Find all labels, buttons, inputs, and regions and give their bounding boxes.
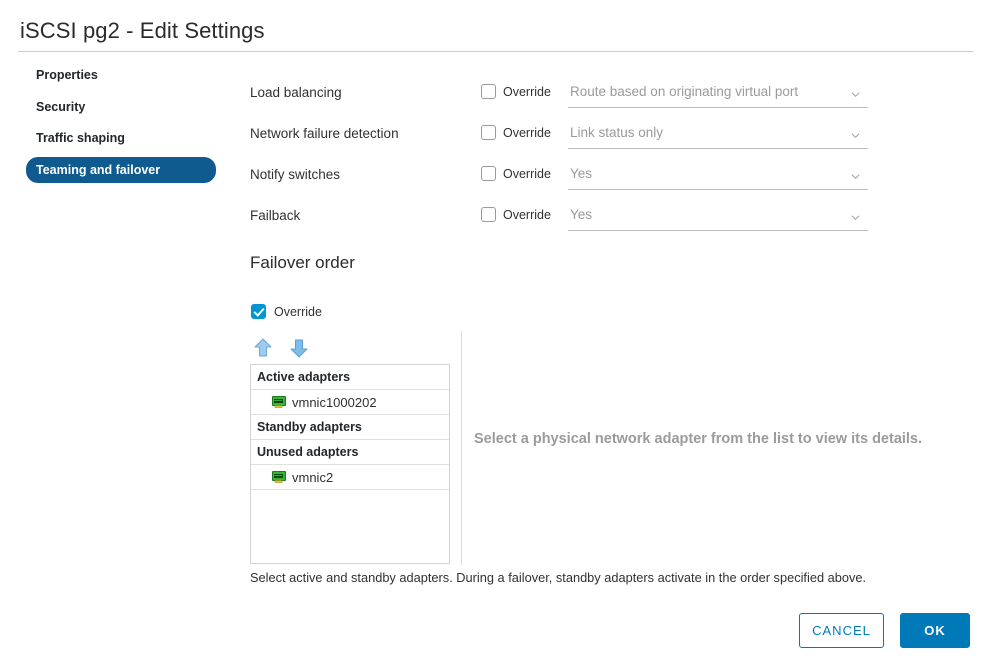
list-item-label: vmnic1000202 xyxy=(292,394,377,410)
adapter-group-unused: Unused adapters xyxy=(251,440,449,465)
failback-override-group: Override xyxy=(481,207,551,222)
network-failure-detection-select[interactable]: Link status only xyxy=(568,123,868,149)
failback-override-checkbox[interactable] xyxy=(481,207,496,222)
dialog-footer: CANCEL OK xyxy=(799,613,970,648)
adapter-group-active: Active adapters xyxy=(251,365,449,390)
failover-order-override-label: Override xyxy=(274,304,322,319)
network-failure-detection-label: Network failure detection xyxy=(250,126,399,141)
settings-nav-sidebar: Properties Security Traffic shaping Team… xyxy=(26,62,218,188)
list-item[interactable]: vmnic1000202 xyxy=(251,390,449,415)
notify-switches-override-label: Override xyxy=(503,166,551,181)
failover-hint-text: Select active and standby adapters. Duri… xyxy=(250,570,867,585)
form-row-failback: Failback Override Yes xyxy=(250,205,870,246)
chevron-down-icon xyxy=(851,172,860,181)
failback-override-label: Override xyxy=(503,207,551,222)
load-balancing-override-group: Override xyxy=(481,84,551,99)
failover-order-override-checkbox[interactable] xyxy=(251,304,266,319)
load-balancing-select-value: Route based on originating virtual port xyxy=(570,84,799,99)
panel-divider xyxy=(461,331,462,565)
load-balancing-override-checkbox[interactable] xyxy=(481,84,496,99)
list-item[interactable]: vmnic2 xyxy=(251,465,449,490)
form-row-network-failure-detection: Network failure detection Override Link … xyxy=(250,123,870,164)
failback-label: Failback xyxy=(250,208,301,223)
notify-switches-select-value: Yes xyxy=(570,166,593,181)
adapter-group-standby: Standby adapters xyxy=(251,415,449,440)
form-row-load-balancing: Load balancing Override Route based on o… xyxy=(250,82,870,123)
network-failure-detection-override-group: Override xyxy=(481,125,551,140)
chevron-down-icon xyxy=(851,90,860,99)
network-failure-detection-override-checkbox[interactable] xyxy=(481,125,496,140)
network-adapter-icon xyxy=(272,396,286,408)
failback-select-value: Yes xyxy=(570,207,593,222)
notify-switches-override-checkbox[interactable] xyxy=(481,166,496,181)
title-divider xyxy=(18,51,973,52)
notify-switches-override-group: Override xyxy=(481,166,551,181)
failover-order-override-group: Override xyxy=(251,304,322,319)
failover-order-adapter-list[interactable]: Active adapters vmnic1000202 Standby ada… xyxy=(250,364,450,564)
notify-switches-select[interactable]: Yes xyxy=(568,164,868,190)
load-balancing-label: Load balancing xyxy=(250,85,342,100)
network-failure-detection-override-label: Override xyxy=(503,125,551,140)
form-row-notify-switches: Notify switches Override Yes xyxy=(250,164,870,205)
failover-order-toolbar xyxy=(252,337,310,359)
sidebar-item-traffic-shaping[interactable]: Traffic shaping xyxy=(26,125,218,151)
cancel-button[interactable]: CANCEL xyxy=(799,613,884,648)
chevron-down-icon xyxy=(851,131,860,140)
move-up-arrow-icon[interactable] xyxy=(252,337,274,359)
teaming-policy-form: Load balancing Override Route based on o… xyxy=(250,82,870,246)
adapter-details-placeholder: Select a physical network adapter from t… xyxy=(474,431,923,447)
failover-order-heading: Failover order xyxy=(250,253,355,272)
sidebar-item-properties[interactable]: Properties xyxy=(26,62,218,88)
failback-select[interactable]: Yes xyxy=(568,205,868,231)
load-balancing-override-label: Override xyxy=(503,84,551,99)
network-failure-detection-select-value: Link status only xyxy=(570,125,664,140)
notify-switches-label: Notify switches xyxy=(250,167,341,182)
page-title: iSCSI pg2 - Edit Settings xyxy=(20,18,265,43)
list-item-label: vmnic2 xyxy=(292,469,334,485)
chevron-down-icon xyxy=(851,213,860,222)
load-balancing-select[interactable]: Route based on originating virtual port xyxy=(568,82,868,108)
sidebar-item-security[interactable]: Security xyxy=(26,94,218,120)
network-adapter-icon xyxy=(272,471,286,483)
sidebar-item-teaming-and-failover[interactable]: Teaming and failover xyxy=(26,156,216,183)
move-down-arrow-icon[interactable] xyxy=(288,337,310,359)
ok-button[interactable]: OK xyxy=(900,613,970,648)
